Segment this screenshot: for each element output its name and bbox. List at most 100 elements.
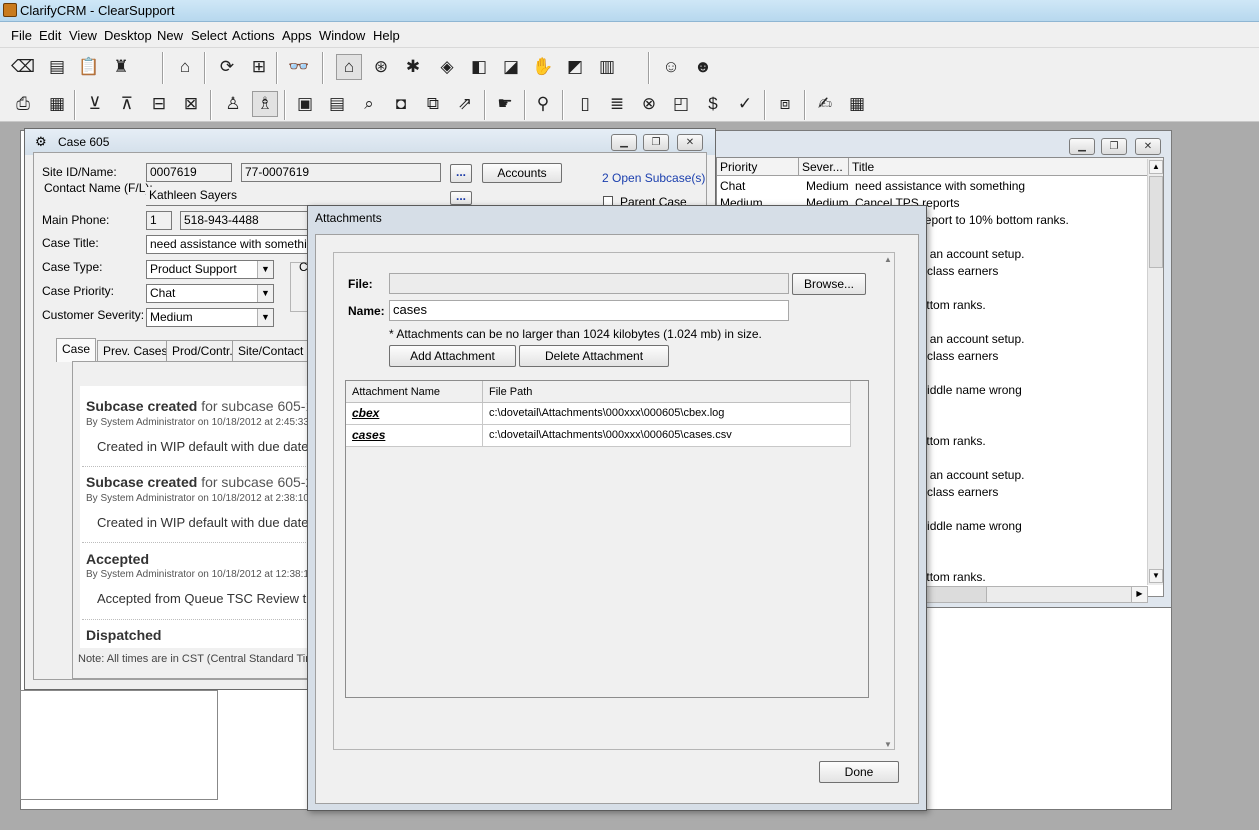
outbox-icon[interactable]: ⊼ xyxy=(114,91,140,117)
bottle-icon[interactable]: ♜ xyxy=(108,54,134,80)
tab-prev-cases[interactable]: Prev. Cases xyxy=(97,340,174,362)
site-lookup-button[interactable]: ... xyxy=(450,164,472,183)
printer-icon[interactable]: ▤ xyxy=(44,54,70,80)
minimize-icon[interactable]: ▁ xyxy=(611,134,637,151)
magnifier-icon[interactable]: ⚲ xyxy=(530,91,556,117)
doc-check-icon[interactable]: ✓ xyxy=(732,91,758,117)
phone-number-field[interactable]: 518-943-4488 xyxy=(180,211,310,230)
case-priority-select[interactable]: Chat ▼ xyxy=(146,284,274,303)
menu-window[interactable]: Window xyxy=(319,28,365,43)
tray-stack-icon[interactable]: ⊠ xyxy=(178,91,204,117)
refresh-icon[interactable]: ⟳ xyxy=(214,54,240,80)
clipboard-icon[interactable]: 📋 xyxy=(76,54,102,80)
binoculars-icon[interactable]: 👓 xyxy=(286,54,312,80)
menu-file[interactable]: File xyxy=(11,28,32,43)
hand-box-icon[interactable]: ☛ xyxy=(492,91,518,117)
box-search-icon[interactable]: ⌕ xyxy=(356,91,382,117)
person-desk-icon[interactable]: ♙ xyxy=(220,91,246,117)
phone-area-field[interactable]: 1 xyxy=(146,211,172,230)
bug-icon[interactable]: ✱ xyxy=(400,54,426,80)
book-red-icon[interactable]: ◩ xyxy=(562,54,588,80)
menu-actions[interactable]: Actions xyxy=(232,28,275,43)
attachment-name-link[interactable]: cases xyxy=(346,425,483,447)
users-icon[interactable]: ☺ xyxy=(658,54,684,80)
attachment-name-link[interactable]: cbex xyxy=(346,403,483,425)
column-header-attachment-name[interactable]: Attachment Name xyxy=(346,381,483,403)
document-blue-icon[interactable]: ◈ xyxy=(434,54,460,80)
attachment-name-field[interactable]: cases xyxy=(389,300,789,321)
menu-desktop[interactable]: Desktop xyxy=(104,28,152,43)
scroll-thumb[interactable] xyxy=(1149,176,1163,268)
box-list-icon[interactable]: ▤ xyxy=(324,91,350,117)
open-doc-icon[interactable]: ⧈ xyxy=(772,91,798,117)
contact-name-field[interactable]: Kathleen Sayers xyxy=(146,187,441,206)
case-title-field[interactable]: need assistance with something xyxy=(146,235,310,254)
accounts-button[interactable]: Accounts xyxy=(482,163,562,183)
menu-view[interactable]: View xyxy=(69,28,97,43)
doc-lines-icon[interactable]: ≣ xyxy=(604,91,630,117)
calendar-icon[interactable]: ▦ xyxy=(844,91,870,117)
network-icon[interactable]: ⊞ xyxy=(246,54,272,80)
inbox-icon[interactable]: ⊻ xyxy=(82,91,108,117)
desk-icon[interactable]: ⌂ xyxy=(172,54,198,80)
lifebuoy-icon[interactable]: ⊛ xyxy=(368,54,394,80)
tags-icon[interactable]: ◪ xyxy=(498,54,524,80)
doc-dollar-icon[interactable]: $ xyxy=(700,91,726,117)
contact-lookup-button[interactable]: ... xyxy=(450,190,472,205)
book-icon[interactable]: ▥ xyxy=(594,54,620,80)
add-attachment-button[interactable]: Add Attachment xyxy=(389,345,516,367)
table-row[interactable]: Chat Medium need assistance with something xyxy=(717,178,1147,195)
home-icon[interactable]: ⌂ xyxy=(336,54,362,80)
doc-x-icon[interactable]: ⊗ xyxy=(636,91,662,117)
menu-apps[interactable]: Apps xyxy=(282,28,312,43)
column-header-file-path[interactable]: File Path xyxy=(483,381,851,403)
case-list-horizontal-scrollbar[interactable]: ▶ xyxy=(916,586,1148,603)
file-path-field[interactable] xyxy=(389,273,789,294)
column-header-priority[interactable]: Priority xyxy=(717,158,799,176)
pen-hand-icon[interactable]: ✍ xyxy=(812,91,838,117)
scroll-up-icon[interactable]: ▲ xyxy=(1149,160,1163,174)
box-icon[interactable]: ▣ xyxy=(292,91,318,117)
print-icon[interactable]: ⎙ xyxy=(10,91,36,117)
eraser-icon[interactable]: ⌫ xyxy=(10,54,36,80)
column-header-title[interactable]: Title xyxy=(849,158,1163,176)
case-type-select[interactable]: Product Support ▼ xyxy=(146,260,274,279)
users-group-icon[interactable]: ☻ xyxy=(690,54,716,80)
site-name-field[interactable]: 77-0007619 xyxy=(241,163,441,182)
browse-button[interactable]: Browse... xyxy=(792,273,866,295)
done-button[interactable]: Done xyxy=(819,761,899,783)
menu-select[interactable]: Select xyxy=(191,28,227,43)
scroll-thumb[interactable] xyxy=(917,587,987,602)
scroll-up-icon[interactable]: ▲ xyxy=(884,255,892,264)
customer-severity-select[interactable]: Medium ▼ xyxy=(146,308,274,327)
open-book-icon[interactable]: ▦ xyxy=(44,91,70,117)
tab-prod-contr[interactable]: Prod/Contr. xyxy=(166,340,239,362)
attachments-scrollbar[interactable]: ▲ ▼ xyxy=(884,255,896,749)
scroll-down-icon[interactable]: ▼ xyxy=(884,740,892,749)
case-list-vertical-scrollbar[interactable]: ▲ ▼ xyxy=(1147,159,1163,585)
chevron-down-icon[interactable]: ▼ xyxy=(257,285,273,302)
close-icon[interactable]: ✕ xyxy=(1135,138,1161,155)
tab-case[interactable]: Case xyxy=(56,338,97,362)
doc-corner-icon[interactable]: ◰ xyxy=(668,91,694,117)
scroll-right-icon[interactable]: ▶ xyxy=(1131,587,1147,602)
restore-icon[interactable]: ❐ xyxy=(643,134,669,151)
chevron-down-icon[interactable]: ▼ xyxy=(257,309,273,326)
scroll-down-icon[interactable]: ▼ xyxy=(1149,569,1163,583)
restore-icon[interactable]: ❐ xyxy=(1101,138,1127,155)
boxes-icon[interactable]: ⧉ xyxy=(420,91,446,117)
open-subcases-link[interactable]: 2 Open Subcase(s) xyxy=(602,171,705,185)
menu-new[interactable]: New xyxy=(157,28,183,43)
minimize-icon[interactable]: ▁ xyxy=(1069,138,1095,155)
menu-edit[interactable]: Edit xyxy=(39,28,61,43)
chevron-down-icon[interactable]: ▼ xyxy=(257,261,273,278)
delete-attachment-button[interactable]: Delete Attachment xyxy=(519,345,669,367)
handshake-icon[interactable]: ✋ xyxy=(530,54,556,80)
site-id-field[interactable]: 0007619 xyxy=(146,163,232,182)
note-icon[interactable]: ◧ xyxy=(466,54,492,80)
box-gray-icon[interactable]: ◘ xyxy=(388,91,414,117)
person-chair-icon[interactable]: ♗ xyxy=(252,91,278,117)
tray-icon[interactable]: ⊟ xyxy=(146,91,172,117)
tab-site-contact[interactable]: Site/Contact xyxy=(232,340,310,362)
close-icon[interactable]: ✕ xyxy=(677,134,703,151)
